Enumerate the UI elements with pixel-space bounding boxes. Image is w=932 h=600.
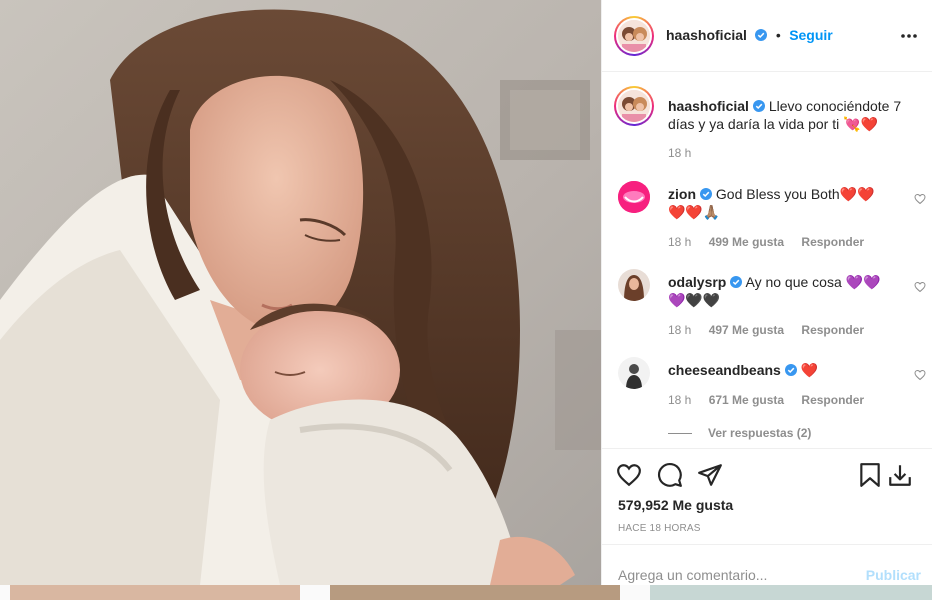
comment-like-icon[interactable] — [914, 193, 926, 205]
commenter-username[interactable]: odalysrp — [668, 274, 726, 290]
likes-count[interactable]: 579,952 Me gusta — [618, 497, 733, 513]
post-header: haashoficial • Seguir — [602, 0, 932, 72]
caption-time[interactable]: 18 h — [668, 146, 691, 160]
related-posts-strip — [0, 585, 932, 600]
reply-button[interactable]: Responder — [801, 235, 864, 249]
comment-item: odalysrp Ay no que cosa 💜💜💜🖤🖤 18 h 497 M… — [618, 269, 926, 349]
more-options-icon[interactable] — [899, 26, 919, 46]
comments-list[interactable]: haashoficial Llevo conociéndote 7 días y… — [602, 73, 932, 448]
avatar-image — [618, 269, 650, 301]
comment-like-icon[interactable] — [914, 281, 926, 293]
comment-text: God Bless you Both❤️❤️❤️❤️🙏🏽 — [668, 186, 875, 220]
comment-like-icon[interactable] — [914, 369, 926, 381]
commenter-username[interactable]: zion — [668, 186, 696, 202]
verified-icon — [752, 100, 765, 112]
reply-button[interactable]: Responder — [801, 323, 864, 337]
instagram-post-modal: haashoficial • Seguir haashoficial Llevo… — [0, 0, 932, 600]
post-actions: 579,952 Me gusta HACE 18 HORAS — [602, 448, 932, 544]
comment-likes[interactable]: 497 Me gusta — [709, 323, 784, 337]
post-photo[interactable] — [0, 0, 601, 585]
comment-item: cheeseandbeans ❤️ 18 h 671 Me gusta Resp… — [618, 357, 926, 427]
reply-button[interactable]: Responder — [801, 393, 864, 407]
author-avatar[interactable] — [614, 16, 654, 56]
comment-likes[interactable]: 499 Me gusta — [709, 235, 784, 249]
avatar-image — [618, 20, 650, 52]
post-comment-button[interactable]: Publicar — [866, 567, 921, 583]
post-side-panel: haashoficial • Seguir haashoficial Llevo… — [601, 0, 932, 585]
commenter-avatar[interactable] — [618, 181, 650, 213]
commenter-avatar[interactable] — [618, 269, 650, 301]
comment-likes[interactable]: 671 Me gusta — [709, 393, 784, 407]
avatar-image — [618, 357, 650, 389]
add-comment-bar: Agrega un comentario... Publicar — [602, 544, 932, 585]
caption-avatar[interactable] — [614, 86, 654, 126]
heart-icon[interactable] — [616, 462, 642, 488]
comment-input[interactable]: Agrega un comentario... — [618, 567, 767, 583]
verified-icon — [730, 276, 743, 288]
follow-button[interactable]: Seguir — [789, 27, 833, 43]
separator-dot: • — [775, 27, 781, 43]
view-replies-label: Ver respuestas (2) — [708, 426, 812, 440]
related-thumbnail[interactable] — [330, 585, 620, 600]
verified-icon — [700, 188, 712, 200]
comment-item: zion God Bless you Both❤️❤️❤️❤️🙏🏽 18 h 4… — [618, 181, 926, 261]
verified-icon — [784, 364, 797, 376]
caption-username[interactable]: haashoficial — [668, 98, 749, 114]
avatar-image — [618, 90, 650, 122]
comment-text: ❤️ — [800, 362, 819, 378]
replies-divider — [668, 433, 692, 435]
comment-time[interactable]: 18 h — [668, 235, 691, 249]
related-thumbnail[interactable] — [650, 585, 932, 600]
photo-illustration — [0, 0, 601, 585]
caption: haashoficial Llevo conociéndote 7 días y… — [614, 86, 918, 165]
commenter-username[interactable]: cheeseandbeans — [668, 362, 781, 378]
share-icon[interactable] — [697, 462, 723, 488]
comment-icon[interactable] — [657, 462, 683, 488]
avatar-image — [618, 181, 650, 213]
verified-icon — [755, 29, 768, 41]
download-icon[interactable] — [887, 462, 913, 488]
posted-time[interactable]: HACE 18 HORAS — [618, 523, 701, 534]
save-icon[interactable] — [857, 462, 883, 488]
view-replies-button[interactable]: Ver respuestas (2) — [668, 426, 811, 440]
author-username[interactable]: haashoficial — [666, 27, 747, 43]
comment-time[interactable]: 18 h — [668, 323, 691, 337]
header-user-line: haashoficial • Seguir — [666, 27, 833, 45]
comment-time[interactable]: 18 h — [668, 393, 691, 407]
related-thumbnail[interactable] — [10, 585, 300, 600]
commenter-avatar[interactable] — [618, 357, 650, 389]
